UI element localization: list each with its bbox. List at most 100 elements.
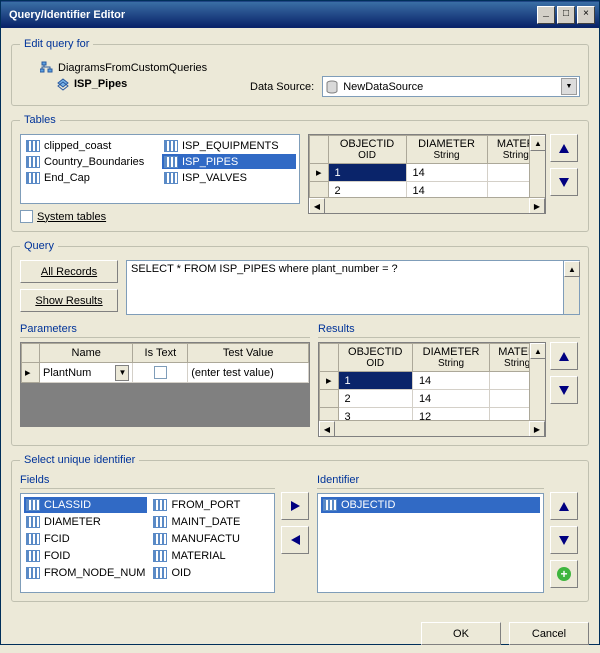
layer-icon xyxy=(56,77,70,91)
window-title: Query/Identifier Editor xyxy=(5,9,537,21)
tables-list[interactable]: clipped_coast ISP_EQUIPMENTS Country_Bou… xyxy=(20,134,300,204)
minimize-button[interactable]: _ xyxy=(537,6,555,24)
plus-icon: + xyxy=(557,567,571,581)
field-icon xyxy=(26,499,40,511)
table-icon xyxy=(164,156,178,168)
field-icon xyxy=(26,533,40,545)
edit-query-for-legend: Edit query for xyxy=(20,38,93,50)
arrow-down-icon xyxy=(559,386,569,395)
remove-field-button[interactable] xyxy=(281,526,309,554)
ok-button[interactable]: OK xyxy=(421,622,501,645)
param-istext-cell[interactable] xyxy=(133,363,188,383)
sui-legend: Select unique identifier xyxy=(20,454,139,466)
maximize-button[interactable]: □ xyxy=(557,6,575,24)
database-icon xyxy=(325,80,339,94)
show-results-button[interactable]: Show Results xyxy=(20,289,118,312)
field-icon xyxy=(323,499,337,511)
dialog-footer: OK Cancel xyxy=(1,618,599,653)
fields-list[interactable]: CLASSID FROM_PORT DIAMETER MAINT_DATE FC… xyxy=(20,493,275,593)
arrow-down-icon xyxy=(559,536,569,545)
field-item[interactable]: FCID xyxy=(24,531,147,547)
table-icon xyxy=(164,172,178,184)
chevron-down-icon[interactable]: ▼ xyxy=(115,365,129,381)
field-icon xyxy=(153,516,167,528)
field-item[interactable]: FROM_PORT xyxy=(151,497,271,513)
system-tables-checkbox[interactable] xyxy=(20,210,33,223)
field-icon xyxy=(153,533,167,545)
table-item[interactable]: ISP_VALVES xyxy=(162,170,296,185)
arrow-up-icon xyxy=(559,502,569,511)
move-up-button[interactable] xyxy=(550,134,578,162)
query-textarea[interactable]: SELECT * FROM ISP_PIPES where plant_numb… xyxy=(126,260,564,315)
identifier-list[interactable]: OBJECTID xyxy=(317,493,544,593)
table-icon xyxy=(164,140,178,152)
data-source-row: Data Source: NewDataSource ▼ xyxy=(250,76,580,97)
table-icon xyxy=(26,172,40,184)
table-item[interactable]: ISP_EQUIPMENTS xyxy=(162,138,296,153)
arrow-up-icon xyxy=(559,352,569,361)
cancel-button[interactable]: Cancel xyxy=(509,622,589,645)
window: Query/Identifier Editor _ □ × Edit query… xyxy=(0,0,600,645)
table-item-selected[interactable]: ISP_PIPES xyxy=(162,154,296,169)
field-item[interactable]: OID xyxy=(151,565,271,581)
param-name-cell[interactable]: PlantNum▼ xyxy=(40,363,133,383)
results-down-button[interactable] xyxy=(550,376,578,404)
arrow-up-icon xyxy=(559,144,569,153)
field-icon xyxy=(153,499,167,511)
results-up-button[interactable] xyxy=(550,342,578,370)
grid-empty-area xyxy=(21,383,309,427)
tables-preview-grid[interactable]: OBJECTIDOID DIAMETERString MATERString ▸… xyxy=(308,134,546,214)
identifier-down-button[interactable] xyxy=(550,526,578,554)
system-tables-label: System tables xyxy=(37,211,106,223)
field-icon xyxy=(153,567,167,579)
results-label: Results xyxy=(318,323,580,338)
grid-hscroll[interactable]: ◀▶ xyxy=(309,197,545,213)
field-icon xyxy=(26,567,40,579)
arrow-right-icon xyxy=(291,501,300,511)
field-item[interactable]: FROM_NODE_NUM xyxy=(24,565,147,581)
parameters-grid[interactable]: Name Is Text Test Value ▸ PlantNum▼ (ent… xyxy=(20,342,310,427)
field-icon xyxy=(26,550,40,562)
move-down-button[interactable] xyxy=(550,168,578,196)
tables-legend: Tables xyxy=(20,114,60,126)
query-group: Query All Records Show Results SELECT * … xyxy=(11,240,589,446)
system-tables-row[interactable]: System tables xyxy=(20,210,300,223)
param-testvalue-cell[interactable]: (enter test value) xyxy=(188,363,309,383)
titlebar: Query/Identifier Editor _ □ × xyxy=(1,1,599,28)
tables-group: Tables clipped_coast ISP_EQUIPMENTS Coun… xyxy=(11,114,589,232)
field-item[interactable]: MANUFACTU xyxy=(151,531,271,547)
close-button[interactable]: × xyxy=(577,6,595,24)
edit-query-for-group: Edit query for DiagramsFromCustomQueries… xyxy=(11,38,589,106)
row-indicator: ▸ xyxy=(310,164,329,182)
all-records-button[interactable]: All Records xyxy=(20,260,118,283)
data-source-combo[interactable]: NewDataSource ▼ xyxy=(322,76,580,97)
identifier-item[interactable]: OBJECTID xyxy=(321,497,540,513)
window-controls: _ □ × xyxy=(537,6,595,24)
add-field-button[interactable] xyxy=(281,492,309,520)
tree-parent-row[interactable]: DiagramsFromCustomQueries xyxy=(40,60,580,76)
field-item-selected[interactable]: CLASSID xyxy=(24,497,147,513)
table-item[interactable]: End_Cap xyxy=(24,170,158,185)
field-item[interactable]: DIAMETER xyxy=(24,514,147,530)
istext-checkbox[interactable] xyxy=(154,366,167,379)
table-item[interactable]: Country_Boundaries xyxy=(24,154,158,169)
data-source-dropdown-button[interactable]: ▼ xyxy=(561,78,577,95)
field-item[interactable]: FOID xyxy=(24,548,147,564)
diagram-icon xyxy=(40,61,54,75)
identifier-add-button[interactable]: + xyxy=(550,560,578,588)
query-legend: Query xyxy=(20,240,58,252)
fields-label: Fields xyxy=(20,474,275,489)
arrow-left-icon xyxy=(291,535,300,545)
data-source-label: Data Source: xyxy=(250,81,314,93)
query-vscroll[interactable]: ▲ xyxy=(564,260,580,315)
identifier-up-button[interactable] xyxy=(550,492,578,520)
identifier-label: Identifier xyxy=(317,474,544,489)
field-item[interactable]: MAINT_DATE xyxy=(151,514,271,530)
field-item[interactable]: MATERIAL xyxy=(151,548,271,564)
client-area: Edit query for DiagramsFromCustomQueries… xyxy=(1,28,599,618)
results-grid[interactable]: OBJECTIDOID DIAMETERString MATERString ▸… xyxy=(318,342,546,437)
field-icon xyxy=(26,516,40,528)
row-indicator: ▸ xyxy=(22,363,40,383)
grid-hscroll[interactable]: ◀▶ xyxy=(319,420,545,436)
table-item[interactable]: clipped_coast xyxy=(24,138,158,153)
